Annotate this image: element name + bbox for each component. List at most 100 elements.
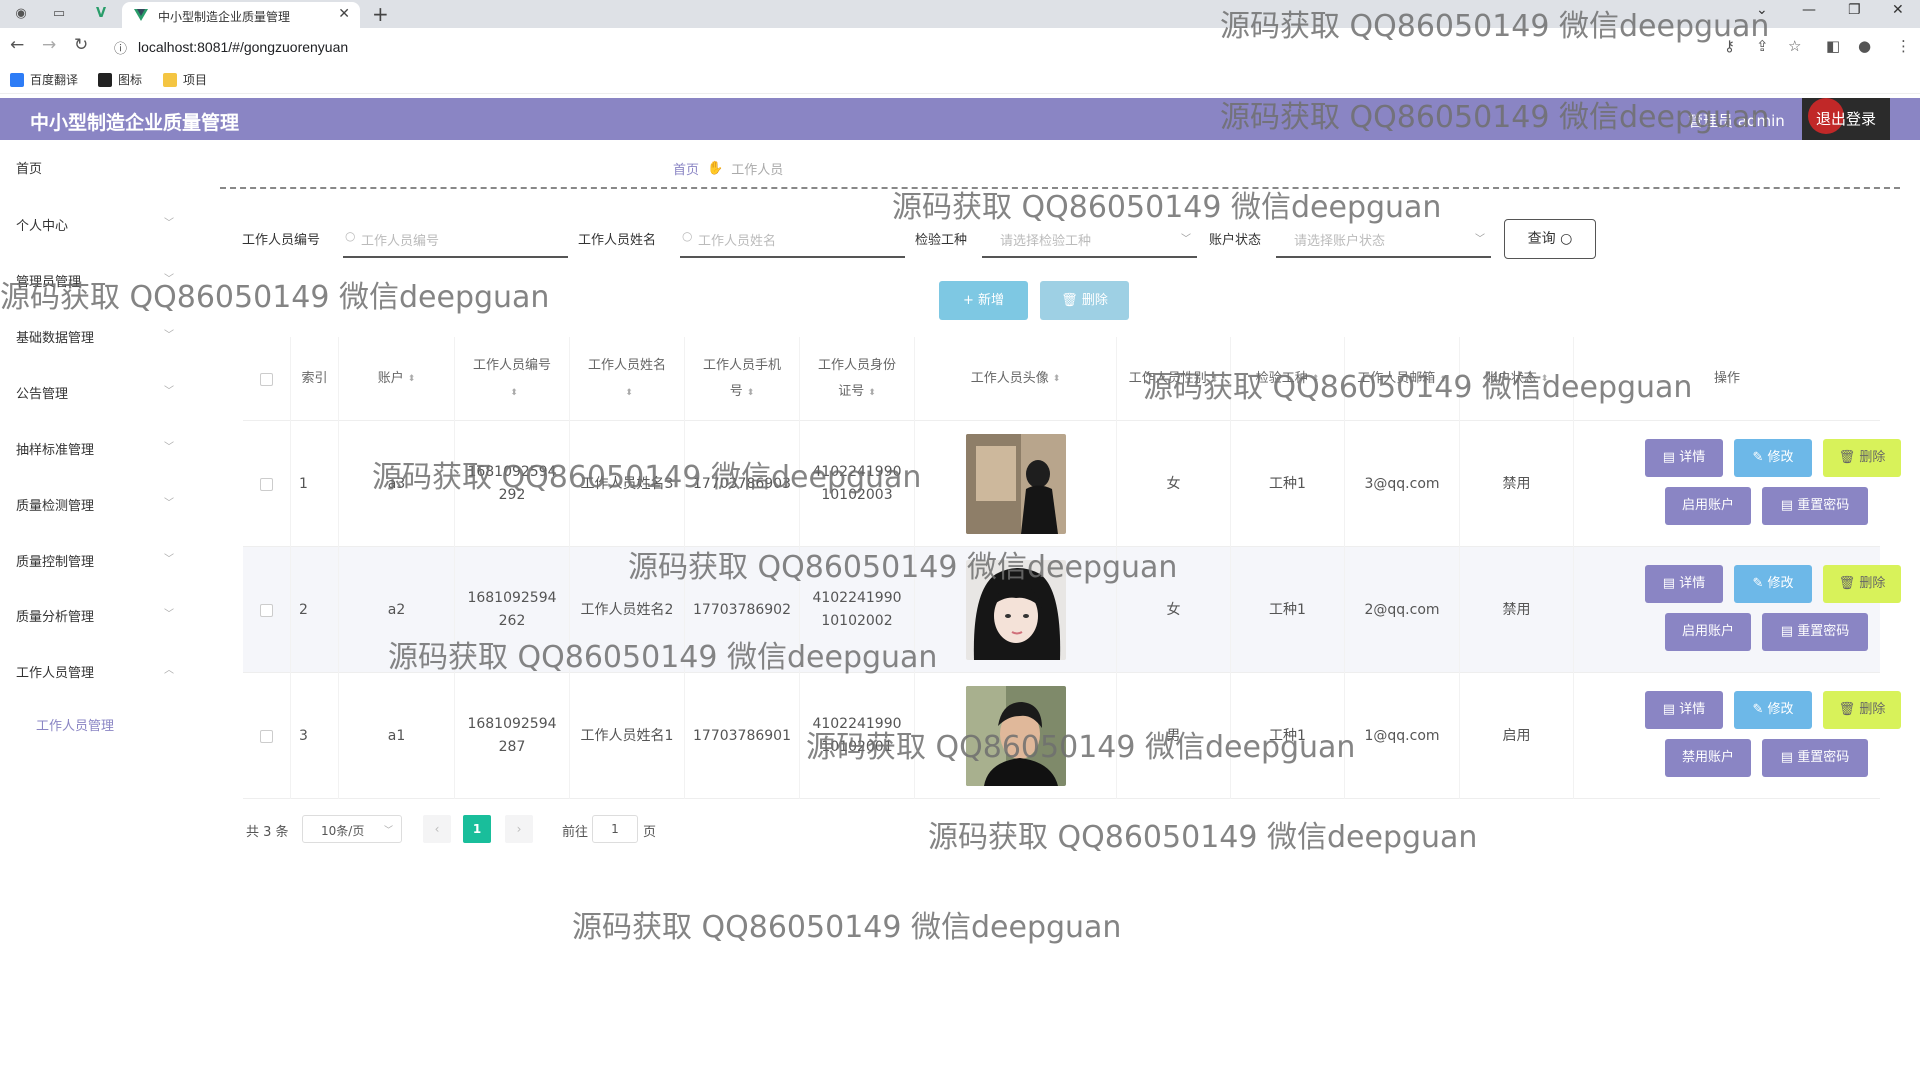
sidebar-item-quality-control[interactable]: 质量控制管理 ﹀ — [0, 544, 190, 574]
work-type-select[interactable]: 请选择检验工种 ﹀ — [982, 220, 1197, 258]
bookmark-star-icon[interactable]: ☆ — [1788, 37, 1801, 55]
staff-number-label: 工作人员编号 — [242, 233, 321, 248]
sort-icon[interactable]: ⬍ — [1541, 366, 1549, 392]
reload-icon[interactable]: ↻ — [74, 35, 88, 55]
sort-icon[interactable]: ⬍ — [408, 366, 416, 392]
column-header[interactable]: 工作人员手机号 ⬍ — [685, 337, 800, 421]
sidebar-item-staff-management[interactable]: 工作人员管理 ︿ — [0, 655, 190, 685]
toggle-account-button[interactable]: 启用账户 — [1665, 613, 1751, 651]
folder-icon — [163, 72, 177, 87]
sort-icon[interactable]: ⬍ — [1211, 375, 1219, 385]
select-all-checkbox[interactable] — [260, 372, 273, 386]
detail-button[interactable]: ▤ 详情 — [1645, 439, 1723, 477]
row-checkbox[interactable] — [260, 729, 273, 743]
bookmark-icons[interactable]: 图标 — [98, 71, 142, 88]
bookmark-project[interactable]: 项目 — [163, 71, 207, 88]
cell-gender: 女 — [1117, 547, 1231, 673]
detail-button[interactable]: ▤ 详情 — [1645, 565, 1723, 603]
logout-button[interactable]: 退出登录 — [1802, 98, 1890, 140]
key-icon[interactable]: ⚷ — [1724, 37, 1735, 55]
share-icon[interactable]: ⇪ — [1756, 37, 1769, 55]
new-tab-icon[interactable]: + — [372, 2, 389, 26]
back-icon[interactable]: ← — [10, 35, 24, 55]
page-size-select[interactable]: 10条/页 ﹀ — [302, 815, 402, 843]
translate-icon — [10, 72, 24, 87]
edit-button[interactable]: ✎ 修改 — [1734, 691, 1812, 729]
column-header[interactable]: 工作人员姓名 ⬍ — [570, 337, 685, 421]
delete-button[interactable]: 🗑 删除 — [1823, 565, 1901, 603]
query-button[interactable]: 查询 ○ — [1504, 219, 1596, 259]
vue-favicon-icon[interactable]: V — [90, 4, 112, 24]
bookmarks-bar: 百度翻译 图标 项目 — [0, 66, 1920, 94]
add-button[interactable]: + 新增 — [939, 281, 1028, 320]
sidebar-subitem-staff-management[interactable]: 工作人员管理 — [0, 707, 190, 737]
forward-icon[interactable]: → — [42, 35, 56, 55]
tab-close-icon[interactable]: ✕ — [338, 6, 350, 22]
column-header[interactable]: 检验工种 ⬍ — [1231, 337, 1345, 421]
side-panel-icon[interactable]: ◧ — [1826, 37, 1840, 55]
reset-password-button[interactable]: ▤ 重置密码 — [1762, 613, 1868, 651]
url-input[interactable]: ⓘ localhost:8081/#/gongzuorenyuan — [104, 34, 1724, 60]
column-header[interactable]: 工作人员身份证号 ⬍ — [800, 337, 915, 421]
column-header[interactable]: 工作人员性别 ⬍ — [1117, 337, 1231, 421]
site-info-icon[interactable]: ⓘ — [114, 38, 127, 57]
detail-button[interactable]: ▤ 详情 — [1645, 691, 1723, 729]
hand-icon: ✋ — [707, 161, 724, 176]
row-checkbox[interactable] — [260, 603, 273, 617]
menu-icon[interactable]: ⋮ — [1896, 37, 1911, 55]
reset-password-button[interactable]: ▤ 重置密码 — [1762, 487, 1868, 525]
edit-button[interactable]: ✎ 修改 — [1734, 439, 1812, 477]
delete-button[interactable]: 🗑 删除 — [1823, 439, 1901, 477]
sort-icon[interactable]: ⬍ — [747, 388, 755, 398]
cell-status: 启用 — [1460, 673, 1574, 799]
reset-password-button[interactable]: ▤ 重置密码 — [1762, 739, 1868, 777]
sort-icon[interactable]: ⬍ — [625, 388, 633, 398]
sort-icon[interactable]: ⬍ — [1053, 366, 1061, 392]
cell-index: 2 — [291, 547, 339, 673]
select-all-checkbox-cell — [243, 337, 291, 421]
staff-name-input[interactable]: ○ 工作人员姓名 — [680, 220, 905, 258]
column-header[interactable]: 账户 ⬍ — [339, 337, 455, 421]
sidebar-item-admin-management[interactable]: 管理员管理 ﹀ — [0, 264, 190, 294]
column-header[interactable]: 账户状态 ⬍ — [1460, 337, 1574, 421]
sidebar-item-quality-analysis[interactable]: 质量分析管理 ﹀ — [0, 599, 190, 629]
staff-number-input[interactable]: ○ 工作人员编号 — [343, 220, 568, 258]
minimize-icon[interactable]: — — [1802, 2, 1816, 18]
sort-icon[interactable]: ⬍ — [510, 388, 518, 398]
page-1-button[interactable]: 1 — [463, 815, 491, 843]
delete-button[interactable]: 🗑 删除 — [1823, 691, 1901, 729]
tab-search-icon[interactable]: ◉ — [10, 4, 32, 24]
account-status-select[interactable]: 请选择账户状态 ﹀ — [1276, 220, 1491, 258]
chevron-down-icon: ﹀ — [1475, 234, 1485, 245]
tab-list-icon[interactable]: ⌄ — [1756, 2, 1768, 18]
chevron-down-icon: ﹀ — [383, 826, 393, 836]
edit-button[interactable]: ✎ 修改 — [1734, 565, 1812, 603]
window-close-icon[interactable]: ✕ — [1892, 2, 1904, 18]
profile-icon[interactable]: ● — [1858, 37, 1871, 55]
bookmark-baidu-translate[interactable]: 百度翻译 — [10, 71, 78, 88]
sidebar-item-personal-center[interactable]: 个人中心 ﹀ — [0, 208, 190, 238]
sidebar-item-quality-inspection[interactable]: 质量检测管理 ﹀ — [0, 488, 190, 518]
column-header[interactable]: 工作人员邮箱 ⬍ — [1345, 337, 1460, 421]
toggle-account-button[interactable]: 禁用账户 — [1665, 739, 1751, 777]
batch-delete-button[interactable]: 🗑 删除 — [1040, 281, 1129, 320]
sort-icon[interactable]: ⬍ — [868, 388, 876, 398]
row-checkbox[interactable] — [260, 477, 273, 491]
sidebar-item-base-data[interactable]: 基础数据管理 ﹀ — [0, 320, 190, 350]
toggle-account-button[interactable]: 启用账户 — [1665, 487, 1751, 525]
browser-tab-active[interactable]: 中小型制造企业质量管理 ✕ — [122, 2, 360, 28]
sort-icon[interactable]: ⬍ — [1312, 366, 1320, 392]
sidebar-item-notice[interactable]: 公告管理 ﹀ — [0, 376, 190, 406]
cell-operations: ▤ 详情 ✎ 修改 🗑 删除 禁用账户 ▤ 重置密码 — [1574, 673, 1901, 799]
column-header[interactable]: 工作人员编号 ⬍ — [455, 337, 570, 421]
prev-page-button[interactable]: ‹ — [423, 815, 451, 843]
sort-icon[interactable]: ⬍ — [1439, 375, 1447, 385]
next-page-button[interactable]: › — [505, 815, 533, 843]
tab-placeholder-icon[interactable]: ▭ — [48, 4, 70, 24]
sidebar-item-sampling-standard[interactable]: 抽样标准管理 ﹀ — [0, 432, 190, 462]
column-header[interactable]: 工作人员头像 ⬍ — [915, 337, 1117, 421]
sidebar-item-home[interactable]: 首页 — [0, 151, 190, 181]
goto-page-input[interactable]: 1 — [592, 815, 638, 843]
restore-icon[interactable]: ❐ — [1848, 2, 1861, 18]
breadcrumb-home[interactable]: 首页 — [673, 159, 699, 178]
